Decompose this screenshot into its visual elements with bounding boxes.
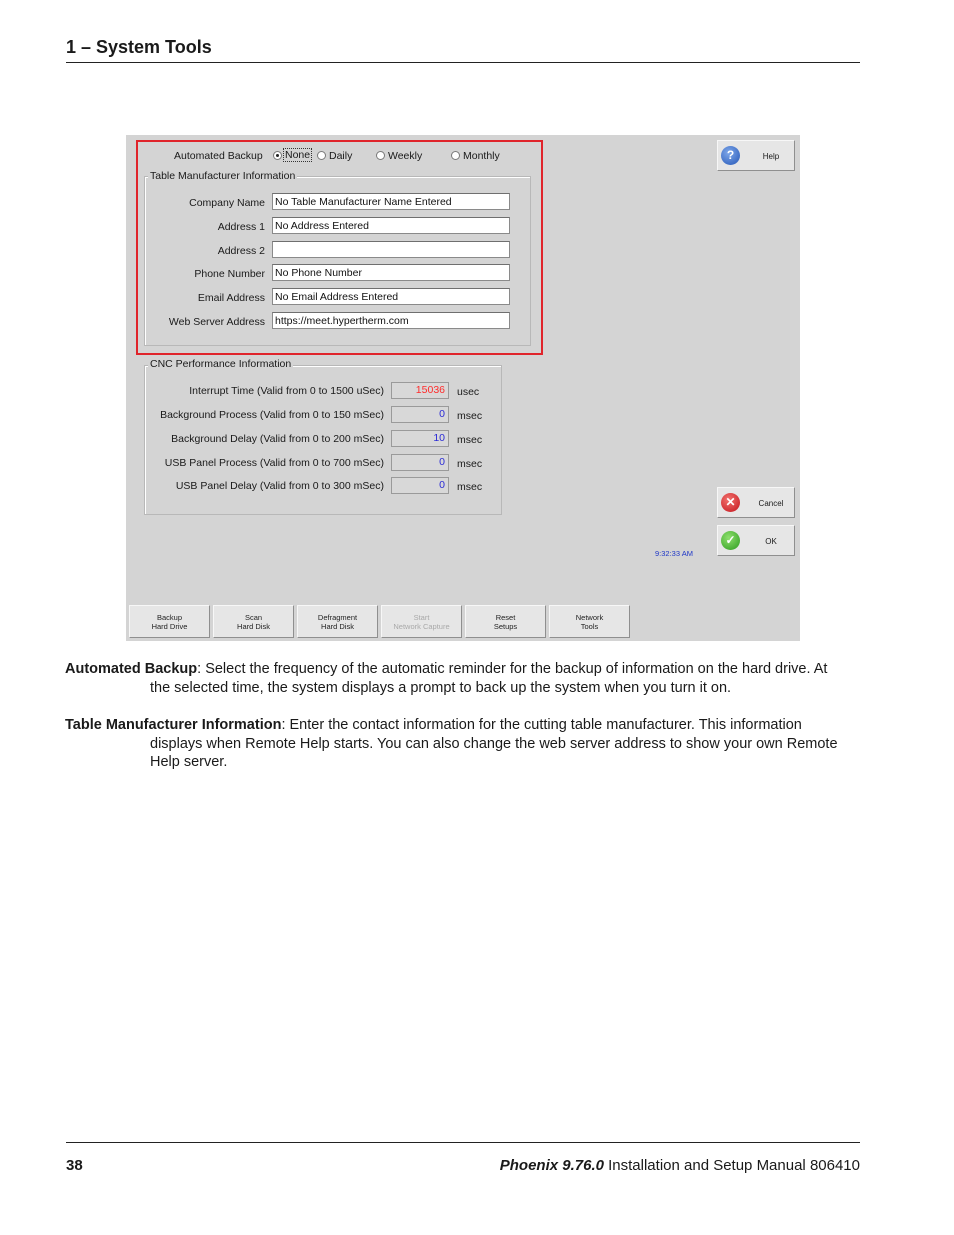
background-delay-unit: msec <box>457 434 483 446</box>
defragment-hard-disk-button[interactable]: Defragment Hard Disk <box>297 605 378 638</box>
usb-panel-delay-unit: msec <box>457 481 483 493</box>
table-manufacturer-term: Table Manufacturer Information <box>65 717 282 733</box>
ok-check-icon: ✓ <box>721 531 740 550</box>
section-title: 1 – System Tools <box>66 37 212 57</box>
table-manufacturer-text-2: displays when Remote Help starts. You ca… <box>150 735 838 752</box>
help-button[interactable]: ? Help <box>717 140 795 171</box>
usb-panel-process-label: USB Panel Process (Valid from 0 to 700 m… <box>164 457 384 469</box>
footer-manual-info: Phoenix 9.76.0 Installation and Setup Ma… <box>500 1157 860 1174</box>
scan-hard-disk-button[interactable]: Scan Hard Disk <box>213 605 294 638</box>
clock: 9:32:33 AM <box>655 549 693 558</box>
automated-backup-text-2: the selected time, the system displays a… <box>150 679 732 696</box>
address1-label: Address 1 <box>217 221 265 233</box>
backup-hard-drive-button[interactable]: Backup Hard Drive <box>129 605 210 638</box>
footer-part-number: 806410 <box>809 1157 860 1174</box>
help-button-label: Help <box>762 152 780 161</box>
table-manufacturer-description: Table Manufacturer Information: Enter th… <box>65 716 865 772</box>
email-address-field[interactable]: No Email Address Entered <box>272 288 510 305</box>
cancel-icon: ✕ <box>721 493 740 512</box>
interrupt-time-unit: usec <box>457 386 480 398</box>
radio-daily-label[interactable]: Daily <box>329 150 352 162</box>
background-process-unit: msec <box>457 410 483 422</box>
ok-button-label: OK <box>765 537 777 546</box>
company-name-label: Company Name <box>189 197 265 209</box>
reset-setups-button[interactable]: Reset Setups <box>465 605 546 638</box>
table-manufacturer-text-3: Help server. <box>150 754 228 770</box>
footer-rule <box>66 1142 860 1143</box>
address1-field[interactable]: No Address Entered <box>272 217 510 234</box>
background-delay-label: Background Delay (Valid from 0 to 200 mS… <box>171 433 384 445</box>
automated-backup-text-1: : Select the frequency of the automatic … <box>197 661 828 677</box>
interrupt-time-label: Interrupt Time (Valid from 0 to 1500 uSe… <box>189 385 384 397</box>
cancel-button-label: Cancel <box>758 499 784 508</box>
radio-none-label[interactable]: None <box>282 148 313 162</box>
page-number: 38 <box>66 1157 83 1174</box>
radio-monthly-label[interactable]: Monthly <box>463 150 500 162</box>
start-network-capture-button[interactable]: Start Network Capture <box>381 605 462 638</box>
radio-daily[interactable] <box>317 151 326 160</box>
phone-number-field[interactable]: No Phone Number <box>272 264 510 281</box>
system-tools-screen: Automated Backup None Daily Weekly Month… <box>126 135 800 641</box>
address2-field[interactable] <box>272 241 510 258</box>
address2-label: Address 2 <box>217 245 265 257</box>
radio-weekly[interactable] <box>376 151 385 160</box>
email-address-label: Email Address <box>197 292 265 304</box>
usb-panel-process-unit: msec <box>457 458 483 470</box>
footer-product: Phoenix 9.76.0 <box>499 1157 604 1174</box>
usb-panel-delay-label: USB Panel Delay (Valid from 0 to 300 mSe… <box>175 480 384 492</box>
phone-number-label: Phone Number <box>194 268 265 280</box>
radio-weekly-label[interactable]: Weekly <box>388 150 422 162</box>
cnc-performance-title: CNC Performance Information <box>148 358 294 370</box>
table-manufacturer-text-1: : Enter the contact information for the … <box>281 717 802 733</box>
radio-monthly[interactable] <box>451 151 460 160</box>
header-rule <box>66 62 860 63</box>
automated-backup-term: Automated Backup <box>65 661 198 677</box>
footer-manual-title: Installation and Setup Manual <box>608 1157 806 1174</box>
radio-none[interactable] <box>273 151 282 160</box>
network-tools-button[interactable]: Network Tools <box>549 605 630 638</box>
web-server-address-field[interactable]: https://meet.hypertherm.com <box>272 312 510 329</box>
table-manufacturer-title: Table Manufacturer Information <box>148 170 298 182</box>
help-icon: ? <box>721 146 740 165</box>
background-process-field[interactable]: 0 <box>391 406 449 423</box>
automated-backup-label: Automated Backup <box>174 150 263 162</box>
web-server-address-label: Web Server Address <box>168 316 265 328</box>
usb-panel-delay-field[interactable]: 0 <box>391 477 449 494</box>
interrupt-time-field[interactable]: 15036 <box>391 382 449 399</box>
cancel-button[interactable]: ✕ Cancel <box>717 487 795 518</box>
background-delay-field[interactable]: 10 <box>391 430 449 447</box>
automated-backup-description: Automated Backup: Select the frequency o… <box>65 660 865 697</box>
background-process-label: Background Process (Valid from 0 to 150 … <box>160 409 384 421</box>
usb-panel-process-field[interactable]: 0 <box>391 454 449 471</box>
company-name-field[interactable]: No Table Manufacturer Name Entered <box>272 193 510 210</box>
ok-button[interactable]: ✓ OK <box>717 525 795 556</box>
